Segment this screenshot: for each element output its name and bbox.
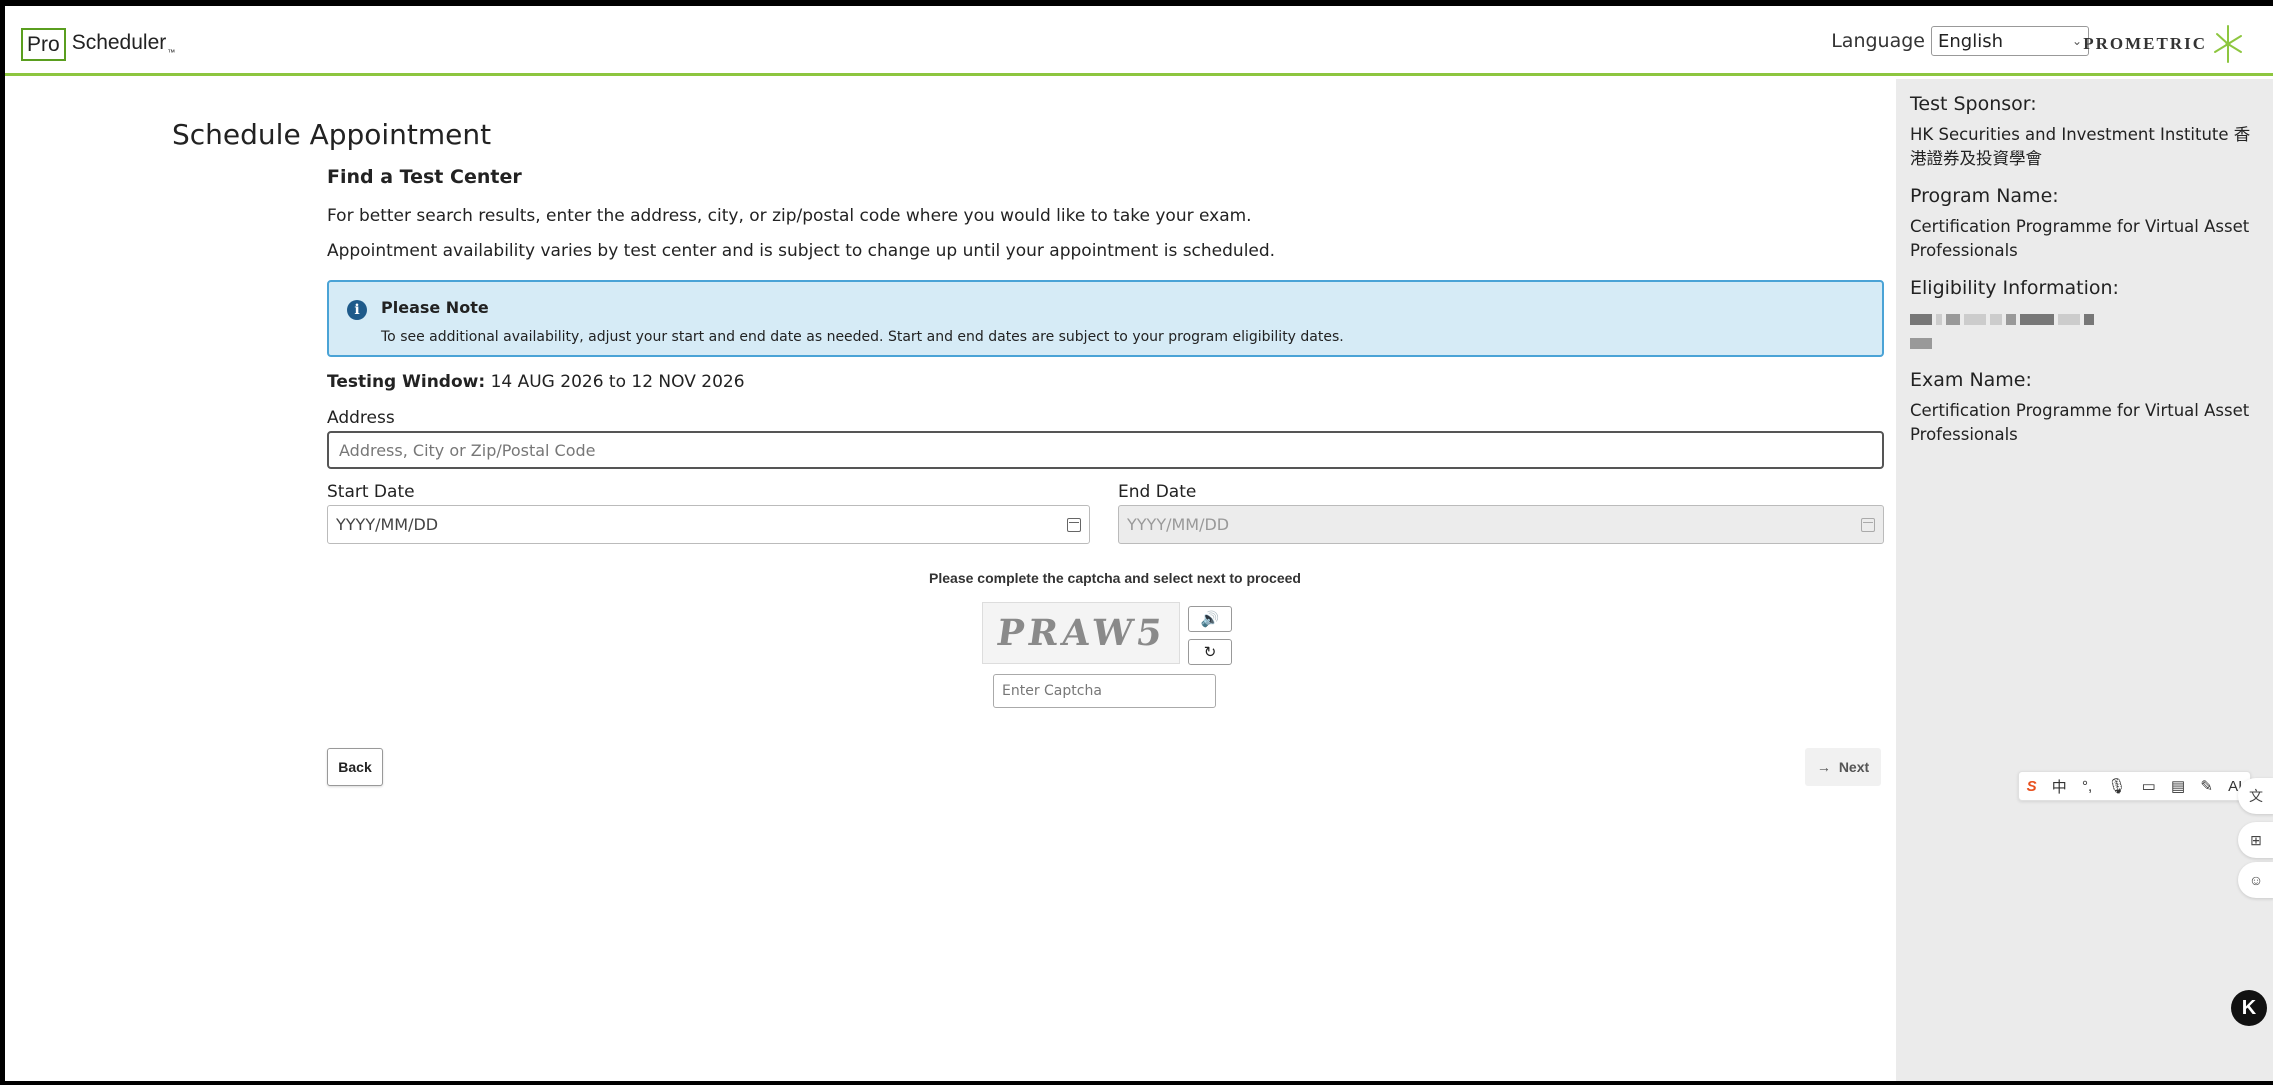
eligibility-label: Eligibility Information: — [1910, 277, 2119, 299]
keyboard-icon[interactable]: ▤ — [2171, 777, 2185, 795]
captcha-audio-button[interactable]: 🔊 — [1188, 606, 1232, 632]
page: Pro Scheduler™ Language English ⌄ PROMET… — [5, 6, 2273, 1081]
ime-chinese-toggle[interactable]: 中 — [2052, 776, 2067, 797]
address-label: Address — [327, 408, 395, 428]
calendar-icon[interactable] — [1067, 517, 1081, 532]
language-select[interactable]: English ⌄ — [1931, 26, 2089, 56]
eligibility-value-redacted — [1910, 307, 2259, 355]
arrow-right-icon: → — [1816, 759, 1831, 775]
exam-label: Exam Name: — [1910, 369, 2032, 391]
testing-window: Testing Window: 14 AUG 2026 to 12 NOV 20… — [327, 372, 745, 392]
assistant-icon[interactable]: ☺ — [2238, 862, 2273, 898]
apps-grid-icon[interactable]: ⊞ — [2238, 822, 2273, 858]
skin-icon[interactable]: ✎ — [2200, 777, 2213, 795]
testing-window-value: 14 AUG 2026 to 12 NOV 2026 — [490, 372, 745, 392]
refresh-icon: ↻ — [1203, 644, 1217, 661]
punctuation-icon[interactable]: °, — [2082, 778, 2092, 795]
start-date-placeholder: YYYY/MM/DD — [336, 515, 439, 534]
logo-scheduler: Scheduler™ — [71, 31, 176, 57]
speaker-icon: 🔊 — [1200, 611, 1220, 628]
prometric-logo: PROMETRIC — [2083, 22, 2245, 66]
sogou-icon[interactable]: S — [2027, 778, 2037, 795]
info-icon: i — [347, 300, 367, 320]
note-body: To see additional availability, adjust y… — [381, 329, 1344, 345]
next-label: Next — [1838, 759, 1870, 775]
sponsor-value: HK Securities and Investment Institute 香… — [1910, 125, 2251, 168]
intro-text-1: For better search results, enter the add… — [327, 206, 1252, 226]
page-title: Schedule Appointment — [172, 118, 492, 151]
language-label: Language — [1831, 30, 1925, 52]
language-picker: Language English ⌄ — [1831, 26, 2089, 56]
address-placeholder: Address, City or Zip/Postal Code — [339, 440, 596, 460]
intro-text-2: Appointment availability varies by test … — [327, 241, 1276, 261]
start-date-input[interactable]: YYYY/MM/DD — [327, 505, 1090, 544]
section-title: Find a Test Center — [327, 166, 522, 188]
screen-icon[interactable]: ▭ — [2142, 777, 2156, 795]
language-value: English — [1938, 30, 2003, 52]
captcha-placeholder: Enter Captcha — [1002, 683, 1102, 699]
starburst-icon — [2214, 25, 2242, 63]
back-button[interactable]: Back — [327, 748, 383, 786]
translate-icon[interactable]: 文 — [2238, 778, 2273, 814]
program-value: Certification Programme for Virtual Asse… — [1910, 217, 2250, 260]
calendar-icon — [1861, 517, 1875, 532]
end-date-input: YYYY/MM/DD — [1118, 505, 1884, 544]
exam-value: Certification Programme for Virtual Asse… — [1910, 401, 2250, 444]
captcha-message: Please complete the captcha and select n… — [929, 570, 1301, 586]
header: Pro Scheduler™ Language English ⌄ PROMET… — [5, 6, 2273, 76]
note-title: Please Note — [381, 298, 489, 317]
captcha-image: PRAW5 — [982, 602, 1180, 664]
captcha-refresh-button[interactable]: ↻ — [1188, 639, 1232, 665]
captcha-input[interactable]: Enter Captcha — [993, 674, 1216, 708]
captcha-text: PRAW5 — [993, 612, 1169, 654]
ime-toolbar[interactable]: S 中 °, 🎙 ▭ ▤ ✎ AI — [2018, 771, 2251, 801]
next-button[interactable]: → Next — [1805, 748, 1881, 786]
brand-text: PROMETRIC — [2083, 34, 2207, 53]
end-date-label: End Date — [1118, 482, 1197, 502]
logo-pro: Pro — [21, 27, 66, 61]
chevron-down-icon: ⌄ — [2071, 34, 2082, 48]
microphone-icon[interactable]: 🎙 — [2107, 777, 2126, 795]
start-date-label: Start Date — [327, 482, 415, 502]
please-note-alert: i Please Note To see additional availabi… — [327, 280, 1884, 357]
exam-info-sidebar: Test Sponsor: HK Securities and Investme… — [1896, 79, 2273, 1081]
address-input[interactable]: Address, City or Zip/Postal Code — [327, 431, 1884, 469]
find-test-center-intro: Find a Test Center For better search res… — [327, 166, 1887, 276]
program-label: Program Name: — [1910, 185, 2059, 207]
end-date-placeholder: YYYY/MM/DD — [1127, 515, 1230, 534]
proscheduler-logo[interactable]: Pro Scheduler™ — [21, 24, 175, 64]
k-assistant-button[interactable]: K — [2231, 990, 2267, 1026]
testing-window-label: Testing Window: — [327, 372, 486, 392]
sponsor-label: Test Sponsor: — [1910, 93, 2037, 115]
